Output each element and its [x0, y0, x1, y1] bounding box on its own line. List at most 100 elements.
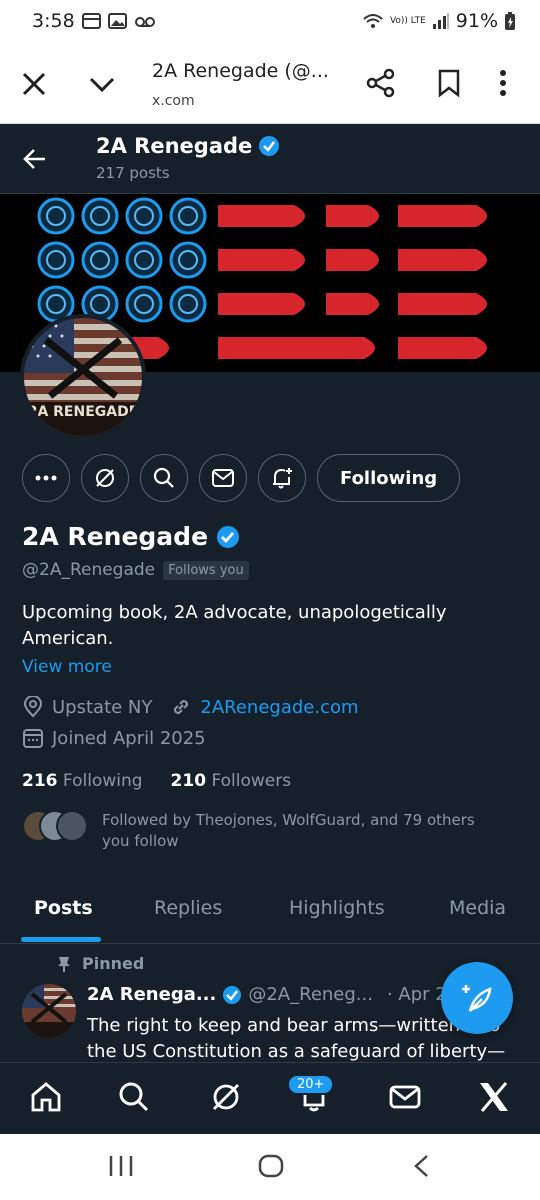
signal-icon — [432, 13, 449, 29]
image-icon — [108, 13, 127, 29]
bullet-mark — [326, 249, 379, 271]
avatar — [56, 810, 88, 842]
following-label: Following — [62, 771, 143, 791]
profile-name: 2A Renegade — [22, 522, 209, 551]
followed-by-row[interactable]: Followed by Theojones, WolfGuard, and 79… — [22, 810, 502, 852]
wifi-icon — [363, 14, 383, 28]
view-more-link[interactable]: View more — [22, 657, 112, 677]
search-icon[interactable] — [118, 1081, 150, 1113]
search-icon — [153, 467, 174, 488]
followers-count: 210 — [170, 771, 207, 791]
tab-replies[interactable]: Replies — [154, 897, 222, 919]
grok-button[interactable] — [81, 454, 129, 502]
calendar-icon — [82, 13, 101, 29]
more-options-button[interactable] — [22, 454, 70, 502]
battery-icon — [505, 12, 515, 30]
network-label: Vo)) LTE — [389, 15, 426, 26]
bullet-mark — [398, 249, 487, 271]
bullet-mark — [398, 205, 487, 227]
voicemail-icon — [135, 17, 155, 27]
profile-name-row: 2A Renegade — [22, 522, 240, 551]
share-icon[interactable] — [366, 68, 396, 98]
seal-mark — [169, 285, 207, 323]
seal-mark — [81, 241, 119, 279]
profile-tabs: Posts Replies Highlights Media — [0, 882, 540, 944]
home-icon[interactable] — [30, 1081, 62, 1113]
seal-mark — [125, 197, 163, 235]
location-icon — [23, 696, 43, 718]
following-count-link[interactable]: 216 Following — [22, 771, 143, 791]
recent-apps-icon[interactable] — [108, 1154, 134, 1178]
browser-url[interactable]: x.com — [152, 93, 195, 109]
header-name: 2A Renegade — [96, 134, 253, 158]
more-vertical-icon[interactable] — [498, 68, 508, 98]
notification-icons — [82, 12, 156, 30]
profile-handle-row: @2A_Renegade Follows you — [22, 560, 249, 580]
pinned-label: Pinned — [82, 954, 145, 973]
profile-handle: @2A_Renegade — [22, 560, 156, 580]
grok-icon[interactable] — [210, 1081, 242, 1113]
close-icon[interactable] — [20, 70, 48, 98]
calendar-icon — [23, 729, 43, 748]
more-horizontal-icon — [35, 475, 57, 481]
following-count: 216 — [22, 771, 58, 791]
seal-mark — [169, 241, 207, 279]
followed-by-avatars — [22, 810, 88, 842]
profile-header-bar: 2A Renegade 217 posts — [0, 124, 540, 194]
back-icon[interactable] — [412, 1154, 432, 1178]
message-button[interactable] — [199, 454, 247, 502]
mail-icon[interactable] — [389, 1081, 421, 1113]
followers-label: Followers — [211, 771, 292, 791]
tab-highlights[interactable]: Highlights — [289, 897, 385, 919]
avatar-text: 2A RENEGADE — [27, 404, 139, 420]
bullet-mark — [398, 337, 487, 359]
bullet-mark — [398, 293, 487, 315]
chevron-down-icon[interactable] — [88, 70, 116, 98]
search-profile-button[interactable] — [140, 454, 188, 502]
bookmark-icon[interactable] — [436, 68, 462, 98]
back-arrow-icon[interactable] — [22, 146, 48, 172]
compose-post-button[interactable] — [441, 962, 513, 1034]
browser-page-title[interactable]: 2A Renegade (@... — [152, 60, 329, 82]
status-right: Vo)) LTE 91% — [362, 10, 516, 32]
followed-by-text: Followed by Theojones, WolfGuard, and 79… — [102, 811, 475, 850]
x-logo-icon[interactable] — [478, 1081, 510, 1113]
tweet-avatar-image — [22, 984, 76, 1038]
browser-toolbar: 2A Renegade (@... x.com — [0, 46, 540, 124]
followers-count-link[interactable]: 210 Followers — [171, 771, 292, 791]
tweet-avatar[interactable] — [22, 984, 76, 1038]
home-button-icon[interactable] — [258, 1154, 284, 1178]
following-button[interactable]: Following — [317, 454, 461, 502]
bullet-mark — [326, 293, 379, 315]
bottom-navigation — [0, 1062, 540, 1134]
battery-percent: 91% — [455, 10, 498, 32]
profile-joined-row: Joined April 2025 — [22, 727, 206, 749]
grok-icon — [96, 469, 114, 487]
mail-icon — [212, 469, 234, 487]
bullet-mark — [218, 337, 375, 359]
pin-icon — [58, 956, 70, 972]
notifications-button[interactable] — [258, 454, 306, 502]
profile-avatar[interactable]: 2A RENEGADE — [20, 314, 146, 440]
verified-badge-icon — [217, 525, 240, 548]
header-name-row: 2A Renegade — [96, 134, 280, 158]
status-time: 3:58 — [32, 10, 75, 32]
tweet-header: 2A Renega... @2A_Reneg... · Apr 28 — [87, 984, 458, 1005]
follows-you-badge: Follows you — [163, 560, 249, 580]
seal-mark — [125, 241, 163, 279]
compose-feather-icon — [462, 985, 492, 1012]
tweet-author-name[interactable]: 2A Renega... — [87, 984, 216, 1005]
system-navigation — [0, 1134, 540, 1200]
bell-plus-icon — [273, 468, 292, 489]
tab-posts[interactable]: Posts — [34, 897, 93, 919]
verified-badge-icon — [223, 985, 242, 1004]
seal-mark — [169, 197, 207, 235]
seal-mark — [37, 241, 75, 279]
tab-media[interactable]: Media — [449, 897, 506, 919]
bullet-mark — [218, 293, 305, 315]
link-icon — [174, 699, 189, 715]
pinned-label-row: Pinned — [56, 954, 144, 973]
profile-actions: Following — [22, 454, 461, 502]
bullet-mark — [326, 205, 379, 227]
profile-website-link[interactable]: 2ARenegade.com — [200, 697, 358, 718]
